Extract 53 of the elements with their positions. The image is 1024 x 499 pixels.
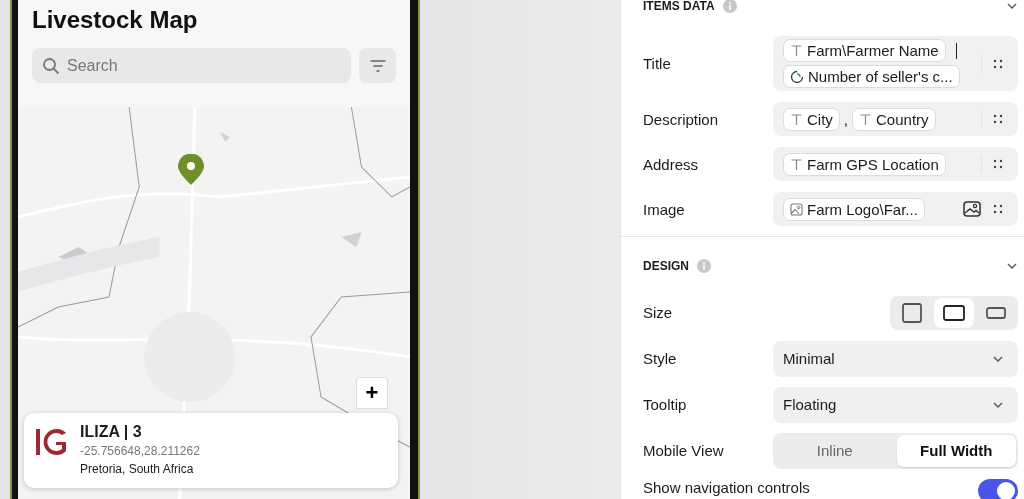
drag-handle-icon[interactable] bbox=[992, 113, 1004, 125]
image-icon[interactable] bbox=[963, 201, 981, 217]
map-pin-icon[interactable] bbox=[177, 154, 205, 186]
field-label: Size bbox=[643, 304, 674, 321]
field-label: Description bbox=[643, 110, 720, 128]
location-card[interactable]: ILIZA | 3 -25.756648,28.211262 Pretoria, South Africa bbox=[24, 413, 398, 488]
search-field[interactable]: Search bbox=[32, 48, 351, 83]
field-label: Tooltip bbox=[643, 396, 688, 413]
field-label: Show navigation controls bbox=[643, 479, 810, 496]
image-icon bbox=[790, 202, 803, 216]
token-field[interactable]: Farm GPS Location bbox=[773, 147, 1018, 181]
text-type-icon bbox=[790, 44, 803, 57]
rectangle-icon bbox=[902, 302, 922, 323]
filter-button[interactable] bbox=[359, 48, 396, 83]
filter-icon bbox=[369, 59, 386, 72]
token-field[interactable]: Farm\Farmer Name Number of seller's c... bbox=[773, 36, 1018, 91]
field-token[interactable]: Number of seller's c... bbox=[783, 65, 960, 88]
style-dropdown[interactable]: Minimal bbox=[773, 340, 1018, 377]
size-option[interactable] bbox=[934, 297, 974, 328]
drag-handle-icon[interactable] bbox=[992, 203, 1004, 215]
field-label: Image bbox=[643, 200, 686, 218]
text-type-icon bbox=[859, 112, 872, 126]
field-token[interactable]: City bbox=[783, 107, 840, 131]
formula-icon bbox=[790, 69, 804, 84]
rectangle-icon bbox=[986, 306, 1006, 319]
segment-option[interactable]: Full Width bbox=[896, 434, 1016, 467]
drag-handle-icon[interactable] bbox=[992, 57, 1004, 70]
segment-option[interactable]: Inline bbox=[775, 434, 895, 467]
text-type-icon bbox=[790, 112, 803, 126]
token-field[interactable]: Farm Logo\Far... bbox=[773, 192, 1018, 226]
tooltip-dropdown[interactable]: Floating bbox=[773, 386, 1018, 423]
zoom-in-button[interactable]: + bbox=[356, 377, 388, 409]
field-token[interactable]: Farm\Farmer Name bbox=[783, 39, 946, 62]
text-type-icon bbox=[790, 157, 803, 171]
token-field[interactable]: City , Country bbox=[773, 102, 1018, 136]
section-heading: ITEMS DATA bbox=[643, 0, 715, 13]
screen-title: Livestock Map bbox=[32, 6, 199, 34]
field-label: Address bbox=[643, 155, 700, 173]
field-label: Style bbox=[643, 350, 678, 367]
drag-handle-icon[interactable] bbox=[992, 158, 1004, 170]
card-title: ILIZA | 3 bbox=[80, 423, 143, 441]
card-location: Pretoria, South Africa bbox=[80, 462, 195, 476]
field-label: Title bbox=[643, 55, 672, 72]
separator: , bbox=[843, 110, 848, 128]
field-token[interactable]: Country bbox=[852, 107, 936, 131]
field-label: Mobile View bbox=[643, 442, 725, 459]
search-icon bbox=[42, 57, 60, 75]
rectangle-icon bbox=[943, 304, 965, 321]
section-heading: DESIGN bbox=[643, 259, 689, 273]
field-token[interactable]: Farm GPS Location bbox=[783, 152, 946, 176]
card-coordinates: -25.756648,28.211262 bbox=[80, 444, 200, 458]
field-token[interactable]: Farm Logo\Far... bbox=[783, 197, 925, 221]
toggle-switch[interactable] bbox=[978, 479, 1018, 499]
